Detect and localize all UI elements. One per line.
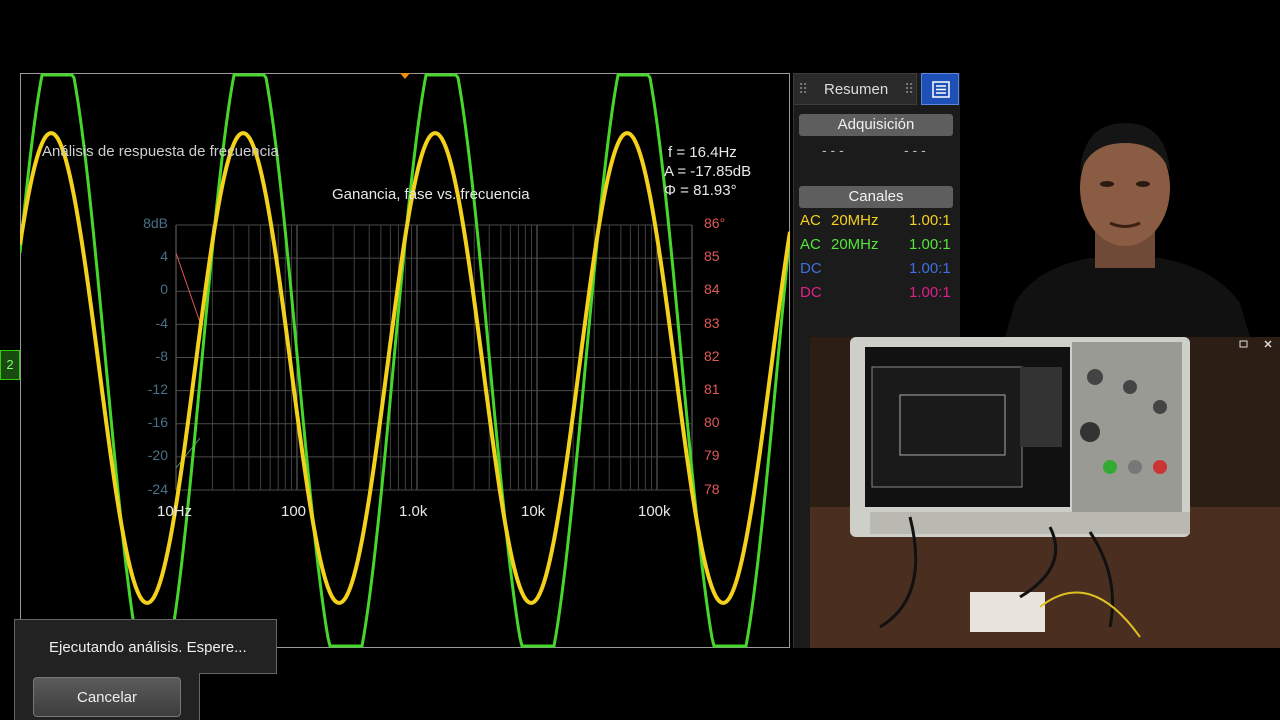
drag-handle-icon[interactable]: ⠿ xyxy=(904,81,914,98)
channels-header[interactable]: Canales xyxy=(799,186,953,208)
phase-tick-label: 84 xyxy=(704,281,720,298)
maximize-icon xyxy=(1239,340,1248,348)
frequency-tick-label: 100k xyxy=(638,503,671,520)
channel-probe-ratio: 1.00:1 xyxy=(909,212,951,229)
phase-tick-label: 82 xyxy=(704,347,720,364)
gain-tick-label: -24 xyxy=(147,480,168,497)
plot-title: Ganancia, fase vs. frecuencia xyxy=(332,186,530,203)
analysis-title: Análisis de respuesta de frecuencia xyxy=(42,143,279,160)
readout-frequency: f = 16.4Hz xyxy=(668,144,737,161)
gain-tick-label: -16 xyxy=(147,414,168,431)
frequency-tick-label: 10Hz xyxy=(157,503,193,520)
frequency-tick-label: 1.0k xyxy=(399,503,428,520)
tab-resumen-label: Resumen xyxy=(824,81,889,98)
channel-bandwidth: 20MHz xyxy=(831,236,879,253)
presenter-video xyxy=(1005,123,1250,337)
acquisition-value: - - - xyxy=(904,142,926,158)
phase-trace xyxy=(175,437,201,469)
phase-tick-label: 85 xyxy=(704,248,720,265)
gain-tick-label: 4 xyxy=(160,248,168,265)
readout-phase: Φ = 81.93° xyxy=(664,182,737,199)
channel-probe-ratio: 1.00:1 xyxy=(909,284,951,301)
gain-tick-label: -8 xyxy=(155,347,168,364)
bode-grid xyxy=(175,224,693,491)
phase-tick-label: 79 xyxy=(704,447,720,464)
phase-tick-label: 86° xyxy=(704,215,726,231)
acquisition-header[interactable]: Adquisición xyxy=(799,114,953,136)
gain-tick-label: -20 xyxy=(147,447,168,464)
gain-trace xyxy=(175,252,203,329)
progress-dialog: Ejecutando análisis. Espere... xyxy=(14,619,277,674)
phase-tick-label: 78 xyxy=(704,480,720,497)
channel-bandwidth: 20MHz xyxy=(831,212,879,229)
dialog-message: Ejecutando análisis. Espere... xyxy=(49,639,247,656)
phase-tick-label: 80 xyxy=(704,414,720,431)
channel-2-ground-marker[interactable]: 2 xyxy=(0,350,20,380)
frequency-tick-label: 10k xyxy=(521,503,546,520)
channel-probe-ratio: 1.00:1 xyxy=(909,260,951,277)
gain-tick-label: -4 xyxy=(155,314,168,331)
channel-coupling: DC xyxy=(800,260,822,277)
list-icon xyxy=(932,81,950,98)
channel-probe-ratio: 1.00:1 xyxy=(909,236,951,253)
trigger-marker xyxy=(400,73,410,79)
camera-feed xyxy=(810,337,1280,648)
tab-resumen[interactable]: ⠿ Resumen ⠿ xyxy=(793,73,917,105)
cancel-button[interactable]: Cancelar xyxy=(33,677,181,717)
acquisition-value: - - - xyxy=(822,142,844,158)
camera-window-controls xyxy=(1239,340,1272,348)
gain-tick-label: -12 xyxy=(147,381,168,397)
channel-coupling: AC xyxy=(800,212,821,229)
close-icon xyxy=(1264,340,1272,348)
frequency-tick-label: 100 xyxy=(281,503,307,520)
gain-tick-label: 0 xyxy=(160,281,168,298)
channel-coupling: DC xyxy=(800,284,822,301)
channel-coupling: AC xyxy=(800,236,821,253)
readout-amplitude: A = -17.85dB xyxy=(664,163,752,180)
camera-image xyxy=(810,337,1280,648)
phase-tick-label: 81 xyxy=(704,381,720,397)
drag-handle-icon[interactable]: ⠿ xyxy=(798,81,808,98)
phase-tick-label: 83 xyxy=(704,314,720,331)
tab-menu-button[interactable] xyxy=(921,73,959,105)
gain-tick-label: 8dB xyxy=(143,215,168,231)
